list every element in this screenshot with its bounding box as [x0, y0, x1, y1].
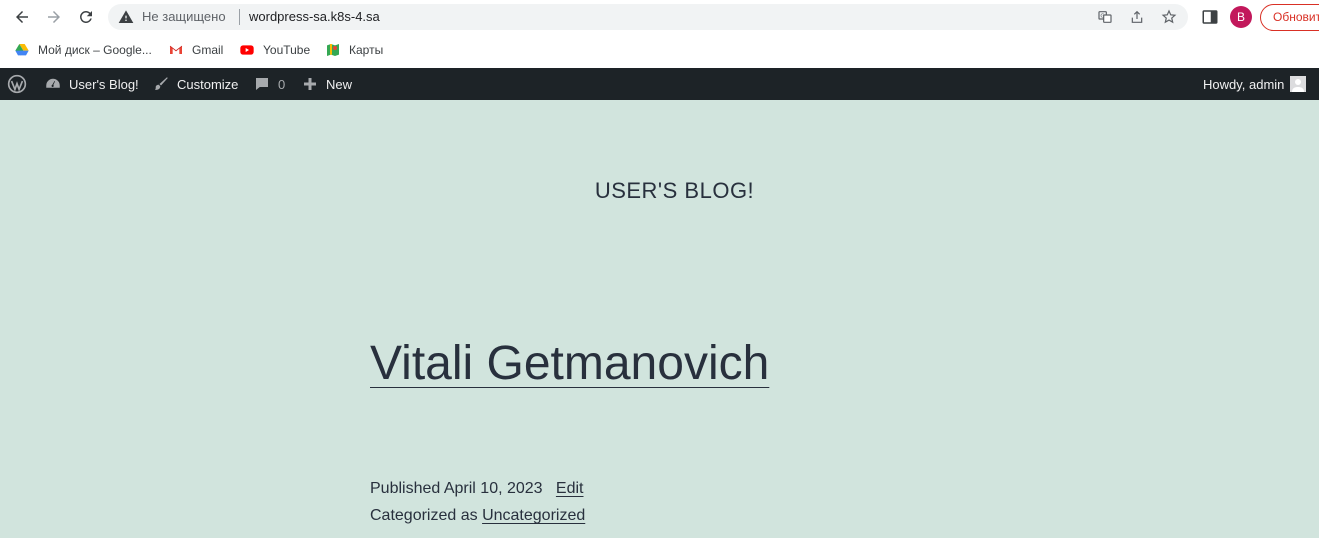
side-panel-icon[interactable] — [1201, 8, 1219, 26]
published-date: Published April 10, 2023 — [370, 480, 543, 497]
howdy-label: Howdy, admin — [1203, 76, 1285, 92]
plus-icon — [300, 74, 320, 94]
dashboard-icon — [43, 74, 63, 94]
translate-icon: G — [1098, 11, 1112, 23]
brush-icon — [151, 74, 171, 94]
address-bar[interactable]: Не защищено wordpress-sa.k8s-4.sa G — [108, 4, 1188, 30]
category-link[interactable]: Uncategorized — [482, 507, 585, 524]
bookmark-star-button[interactable] — [1160, 8, 1178, 26]
navigation-row: Не защищено wordpress-sa.k8s-4.sa G B Об… — [0, 0, 1319, 34]
bookmark-label: YouTube — [263, 43, 311, 57]
wp-admin-bar: User's Blog! Customize 0 New Howdy, admi… — [0, 68, 1319, 100]
site-name-menu[interactable]: User's Blog! — [43, 68, 139, 100]
update-browser-button[interactable]: Обновить — [1260, 4, 1319, 31]
user-avatar-icon — [1290, 76, 1307, 92]
bookmark-youtube[interactable]: YouTube — [239, 40, 310, 60]
bookmarks-bar: Мой диск – Google... Gmail YouTube Карты — [0, 38, 1319, 62]
bookmark-maps[interactable]: Карты — [325, 40, 383, 60]
bookmark-gmail[interactable]: Gmail — [168, 40, 223, 60]
translate-button[interactable]: G — [1096, 8, 1114, 26]
post-category-meta: Categorized as Uncategorized — [370, 507, 585, 525]
security-status[interactable]: Не защищено — [142, 9, 226, 25]
comments-count: 0 — [278, 76, 286, 92]
gmail-icon — [169, 45, 183, 54]
arrow-left-icon — [16, 11, 28, 23]
my-account-menu[interactable]: Howdy, admin — [1203, 68, 1307, 100]
url-text[interactable]: wordpress-sa.k8s-4.sa — [249, 9, 380, 25]
profile-avatar[interactable]: B — [1230, 6, 1252, 28]
post-title[interactable]: Vitali Getmanovich — [370, 336, 769, 391]
maps-icon — [327, 44, 339, 56]
comments-link[interactable]: 0 — [252, 68, 285, 100]
back-button[interactable] — [10, 5, 34, 29]
categorized-as-label: Categorized as — [370, 507, 478, 524]
reload-icon — [80, 11, 92, 23]
star-icon — [1161, 9, 1177, 24]
new-content-menu[interactable]: New — [300, 68, 352, 100]
comment-icon — [252, 74, 272, 94]
bookmark-google-drive[interactable]: Мой диск – Google... — [14, 40, 152, 60]
bookmark-label: Мой диск – Google... — [38, 43, 152, 57]
reload-button[interactable] — [74, 5, 98, 29]
share-button[interactable] — [1128, 8, 1146, 26]
edit-post-link[interactable]: Edit — [556, 480, 584, 497]
warning-icon — [118, 10, 134, 23]
svg-text:G: G — [1100, 14, 1104, 20]
new-label: New — [326, 76, 353, 92]
bookmark-label: Gmail — [192, 43, 224, 57]
google-drive-icon — [15, 44, 29, 56]
site-name-label: User's Blog! — [69, 76, 139, 92]
site-title[interactable]: USER'S BLOG! — [0, 178, 1319, 204]
forward-button[interactable] — [42, 5, 66, 29]
wordpress-logo-icon — [7, 74, 27, 94]
youtube-icon — [240, 45, 254, 55]
customize-label: Customize — [177, 76, 239, 92]
address-divider — [239, 9, 240, 25]
arrow-right-icon — [48, 11, 60, 23]
customize-link[interactable]: Customize — [151, 68, 238, 100]
post-published-meta: Published April 10, 2023 Edit — [370, 480, 584, 498]
wordpress-logo-menu[interactable] — [7, 68, 27, 100]
browser-toolbar: Не защищено wordpress-sa.k8s-4.sa G B Об… — [0, 0, 1319, 68]
share-icon — [1131, 10, 1143, 23]
bookmark-label: Карты — [349, 43, 384, 57]
